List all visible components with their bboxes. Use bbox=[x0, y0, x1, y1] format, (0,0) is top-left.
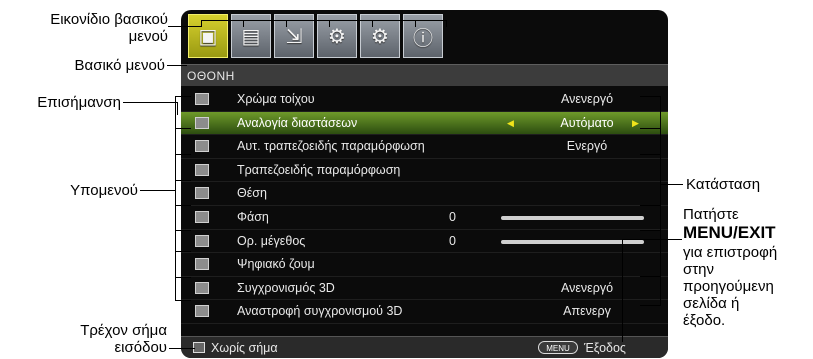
row-label: Ορ. μέγεθος bbox=[237, 233, 306, 248]
callout-press-description: για επιστροφή στην προηγούμενη σελίδα ή … bbox=[683, 244, 778, 329]
row-value: Ενεργό bbox=[566, 139, 608, 154]
menu-row-keystone[interactable]: Τραπεζοειδής παραμόρφωση bbox=[181, 159, 668, 183]
callout-menu-exit-key: MENU/EXIT bbox=[683, 223, 776, 242]
row-number: 0 bbox=[449, 233, 456, 248]
row-icon bbox=[195, 305, 209, 318]
row-icon bbox=[195, 163, 209, 176]
row-icon bbox=[195, 116, 209, 129]
callout-main-menu: Βασικό μενού bbox=[74, 57, 165, 74]
source-icon: ⇲ bbox=[285, 24, 303, 48]
row-value: Ανενεργό bbox=[560, 92, 614, 106]
callout-status: Κατάσταση bbox=[686, 176, 761, 193]
callout-press: Πατήστε bbox=[683, 206, 739, 223]
row-label: Ψηφιακό ζουμ bbox=[237, 257, 315, 272]
phase-slider[interactable] bbox=[501, 215, 644, 220]
menu-button[interactable]: MENU bbox=[538, 341, 578, 354]
row-label: Τραπεζοειδής παραμόρφωση bbox=[237, 162, 401, 177]
callout-submenu: Υπομενού bbox=[70, 182, 138, 199]
row-label: Αυτ. τραπεζοειδής παραμόρφωση bbox=[237, 139, 425, 154]
row-label: Χρώμα τοίχου bbox=[237, 92, 315, 106]
row-icon bbox=[195, 210, 209, 223]
osd-menu-panel: ▣ ▤ ⇲ ⚙ ⚙ ⓘ ΟΘΟΝΗ Χρώμα τοίχου Ανενεργό … bbox=[181, 10, 668, 358]
information-icon: ⓘ bbox=[413, 25, 433, 50]
callout-highlight: Επισήμανση bbox=[37, 94, 121, 111]
arrow-left-icon[interactable]: ◀ bbox=[507, 112, 514, 135]
row-icon bbox=[195, 187, 209, 200]
row-icon bbox=[195, 140, 209, 153]
status-bar: Χωρίς σήμα MENU Έξοδος bbox=[181, 336, 668, 358]
submenu-list: Χρώμα τοίχου Ανενεργό Αναλογία διαστάσεω… bbox=[181, 88, 668, 324]
callout-current-input: Τρέχον σήμα εισόδου bbox=[80, 322, 167, 356]
row-icon bbox=[195, 234, 209, 247]
row-label: Συγχρονισμός 3D bbox=[237, 280, 335, 295]
zoom-icon bbox=[195, 258, 209, 271]
menu-row-wall-color[interactable]: Χρώμα τοίχου Ανενεργό bbox=[181, 88, 668, 112]
menu-title: ΟΘΟΝΗ bbox=[181, 64, 668, 86]
system-setup-advanced-icon: ⚙ bbox=[371, 24, 389, 48]
display-icon: ▣ bbox=[198, 24, 218, 48]
row-label: Αναστροφή συγχρονισμού 3D bbox=[237, 304, 403, 319]
row-number: 0 bbox=[449, 209, 456, 224]
menu-row-3d-sync[interactable]: Συγχρονισμός 3D Ανενεργό bbox=[181, 277, 668, 301]
menu-row-aspect-ratio[interactable]: Αναλογία διαστάσεων ◀ Αυτόματο ▶ bbox=[181, 111, 668, 136]
menu-row-auto-keystone[interactable]: Αυτ. τραπεζοειδής παραμόρφωση Ενεργό bbox=[181, 135, 668, 159]
menu-row-3d-sync-invert[interactable]: Αναστροφή συγχρονισμού 3D Απενεργ bbox=[181, 300, 668, 324]
row-value: Αυτόματο bbox=[560, 115, 614, 130]
row-icon bbox=[195, 281, 209, 294]
menu-row-h-size[interactable]: Ορ. μέγεθος 0 bbox=[181, 230, 668, 254]
row-icon bbox=[195, 93, 209, 105]
row-label: Φάση bbox=[237, 209, 269, 224]
row-label: Αναλογία διαστάσεων bbox=[237, 115, 358, 130]
row-label: Θέση bbox=[237, 186, 267, 201]
menu-row-phase[interactable]: Φάση 0 bbox=[181, 206, 668, 230]
exit-label: Έξοδος bbox=[584, 341, 626, 355]
system-setup-basic-icon: ⚙ bbox=[328, 24, 346, 48]
menu-row-digital-zoom[interactable]: Ψηφιακό ζουμ bbox=[181, 253, 668, 277]
picture-icon: ▤ bbox=[241, 24, 261, 48]
callout-main-menu-icon: Εικονίδιο βασικού μενού bbox=[50, 11, 168, 45]
current-input-signal: Χωρίς σήμα bbox=[211, 341, 278, 355]
arrow-right-icon[interactable]: ▶ bbox=[632, 112, 639, 135]
menu-row-position[interactable]: Θέση bbox=[181, 182, 668, 206]
